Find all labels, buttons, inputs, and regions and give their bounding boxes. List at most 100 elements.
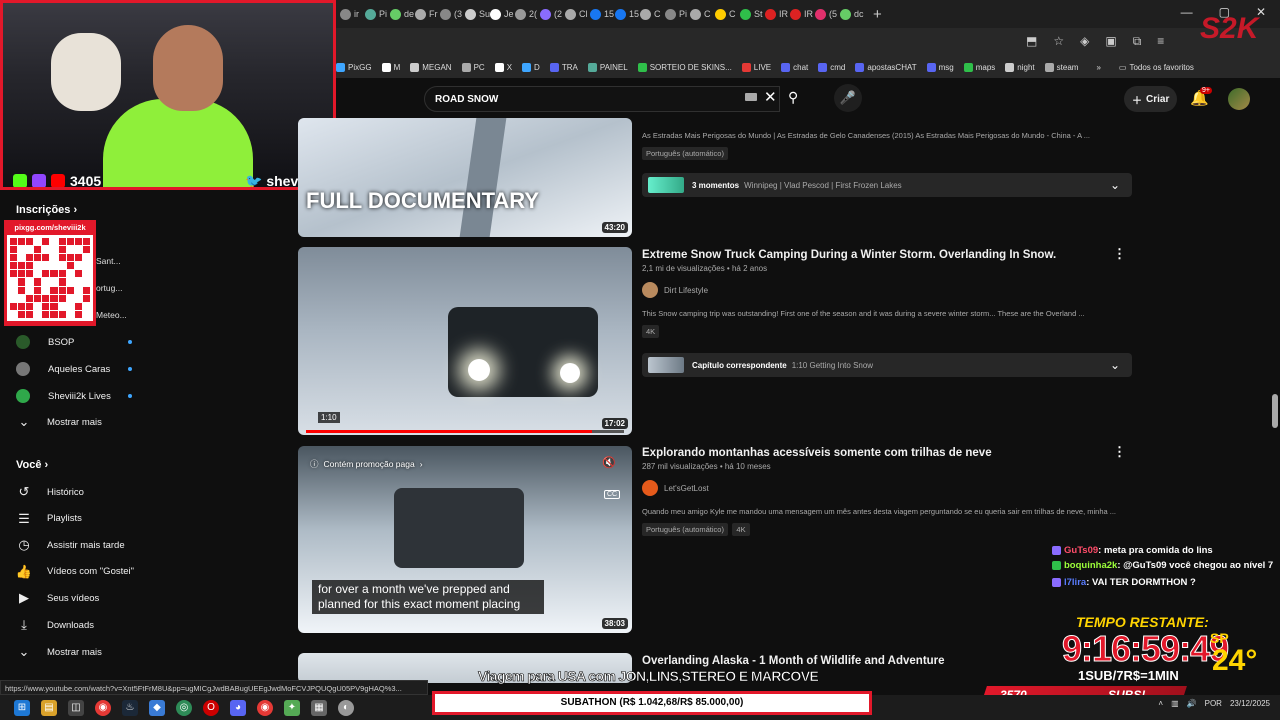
browser-tab[interactable]: ir: [340, 3, 365, 25]
bookmark-item[interactable]: apostasCHAT: [855, 62, 917, 72]
start-icon[interactable]: ⊞: [14, 699, 30, 716]
volume-icon[interactable]: 🔊: [1187, 699, 1197, 708]
bookmarks-overflow-icon[interactable]: »: [1096, 63, 1100, 72]
clear-search-icon[interactable]: ✕: [764, 88, 777, 106]
chrome-icon[interactable]: ◉: [95, 699, 111, 716]
channel-row[interactable]: Dirt Lifestyle: [642, 282, 1132, 298]
store-icon[interactable]: ◫: [68, 699, 84, 716]
browser-tab[interactable]: 2(: [515, 3, 540, 25]
browser-tab[interactable]: C: [640, 3, 665, 25]
minimize-icon[interactable]: —: [1181, 5, 1193, 19]
bookmark-item[interactable]: night: [1005, 62, 1035, 72]
app-icon[interactable]: ◆: [149, 699, 165, 716]
channel-name[interactable]: Dirt Lifestyle: [664, 286, 708, 295]
chevron-down-icon[interactable]: ⌄: [1110, 358, 1120, 372]
bookmark-item[interactable]: PixGG: [336, 62, 372, 72]
discord-icon[interactable]: ◕: [230, 699, 246, 716]
browser-tab[interactable]: IR: [765, 3, 790, 25]
new-tab-button[interactable]: +: [873, 6, 882, 23]
mic-icon[interactable]: 🎤: [834, 84, 862, 112]
sidebar-item[interactable]: ☰ Playlists: [16, 508, 152, 530]
keyboard-icon[interactable]: [745, 93, 757, 101]
show-more-button[interactable]: ⌄ Mostrar mais: [16, 411, 152, 433]
browser-tab[interactable]: (2: [540, 3, 565, 25]
bookmark-item[interactable]: SORTEIO DE SKINS...: [637, 62, 732, 72]
app-icon[interactable]: ◐: [338, 699, 354, 716]
bookmark-item[interactable]: PC: [461, 62, 485, 72]
chevron-up-icon[interactable]: ˄: [1158, 699, 1163, 708]
sidebar-channel-partial[interactable]: Meteo...: [96, 310, 127, 320]
chrome-icon[interactable]: ◉: [257, 699, 273, 716]
browser-tab[interactable]: St: [740, 3, 765, 25]
sidebar-channel[interactable]: Aqueles Caras: [16, 358, 152, 380]
sidebar-item[interactable]: ⤓ Downloads: [16, 614, 152, 636]
bookmark-item[interactable]: chat: [781, 62, 808, 72]
sidebar-item[interactable]: 👍 Vídeos com "Gostei": [16, 561, 152, 583]
browser-tab[interactable]: (3: [440, 3, 465, 25]
language-label[interactable]: POR: [1205, 699, 1222, 708]
browser-tab[interactable]: Su: [465, 3, 490, 25]
video-title[interactable]: Explorando montanhas acessíveis somente …: [642, 447, 1132, 459]
scrollbar-thumb[interactable]: [1272, 394, 1278, 428]
browser-tab[interactable]: IR: [790, 3, 815, 25]
channel-row[interactable]: Let'sGetLost: [642, 480, 1132, 496]
channel-name[interactable]: Let'sGetLost: [664, 484, 709, 493]
create-button[interactable]: ＋ Criar: [1124, 86, 1178, 112]
bookmark-item[interactable]: maps: [963, 62, 995, 72]
browser-tab[interactable]: Pi: [365, 3, 390, 25]
closed-captions-icon[interactable]: CC: [604, 490, 621, 499]
sidebar-item[interactable]: ↺ Histórico: [16, 481, 152, 503]
video-title[interactable]: Extreme Snow Truck Camping During a Wint…: [642, 249, 1132, 261]
bookmark-item[interactable]: cmd: [818, 62, 845, 72]
browser-tab[interactable]: 15: [590, 3, 615, 25]
account-avatar[interactable]: [1228, 88, 1250, 110]
clock-date[interactable]: 23/12/2025: [1230, 699, 1270, 708]
browser-tab[interactable]: Cl: [565, 3, 590, 25]
bookmark-item[interactable]: MEGAN: [410, 62, 452, 72]
sidebar-channel-partial[interactable]: ortug...: [96, 283, 122, 293]
address-bar[interactable]: ⬒ ☆ ◈ ▣ ⧉ ≡: [336, 28, 1280, 56]
browser-tab[interactable]: (5: [815, 3, 840, 25]
show-more-button[interactable]: ⌄ Mostrar mais: [16, 641, 152, 663]
browser-tab[interactable]: Fr: [415, 3, 440, 25]
video-thumbnail[interactable]: FULL DOCUMENTARY 43:20: [298, 118, 632, 237]
calculator-icon[interactable]: ▦: [311, 699, 327, 716]
paid-promotion-label[interactable]: ⓘ Contém promoção paga ›: [310, 458, 423, 470]
bookmark-item[interactable]: TRA: [549, 62, 578, 72]
sidebar-channel[interactable]: Sheviii2k Lives: [16, 385, 152, 407]
opera-icon[interactable]: O: [203, 699, 219, 716]
video-preview-player[interactable]: ⓘ Contém promoção paga › 🔇 CC for over a m…: [298, 446, 632, 633]
file-explorer-icon[interactable]: ▤: [41, 699, 57, 716]
browser-tab[interactable]: Je: [490, 3, 515, 25]
bookmark-item[interactable]: LIVE: [741, 62, 771, 72]
bookmark-star-icon[interactable]: ☆: [1053, 34, 1064, 49]
extensions-puzzle-icon[interactable]: ⧉: [1133, 34, 1142, 49]
more-options-icon[interactable]: ⋮: [1113, 246, 1126, 262]
bookmark-item[interactable]: M: [381, 62, 400, 72]
sidebar-item[interactable]: ▶ Seus vídeos: [16, 587, 152, 609]
browser-tab[interactable]: Pi: [665, 3, 690, 25]
browser-tab[interactable]: dc: [840, 3, 865, 25]
subscriptions-heading[interactable]: Inscrições ›: [16, 204, 77, 216]
bookmark-item[interactable]: steam: [1044, 62, 1078, 72]
network-icon[interactable]: ▥: [1171, 699, 1179, 708]
more-options-icon[interactable]: ⋮: [1113, 444, 1126, 460]
reading-list-icon[interactable]: ≡: [1157, 34, 1164, 49]
video-thumbnail[interactable]: 1:10 17:02: [298, 247, 632, 435]
sidebar-item[interactable]: ◷ Assistir mais tarde: [16, 534, 152, 556]
browser-tab[interactable]: de: [390, 3, 415, 25]
you-heading[interactable]: Você ›: [16, 459, 48, 471]
video-title[interactable]: Overlanding Alaska - 1 Month of Wildlife…: [642, 655, 1132, 667]
chevron-down-icon[interactable]: ⌄: [1110, 178, 1120, 192]
bookmark-item[interactable]: PAINEL: [587, 62, 628, 72]
matching-chapter[interactable]: Capítulo correspondente 1:10 Getting Int…: [642, 353, 1132, 377]
app-icon[interactable]: ✦: [284, 699, 300, 716]
extension-icon[interactable]: ◈: [1080, 34, 1089, 49]
browser-tab[interactable]: C: [715, 3, 740, 25]
sidebar-channel[interactable]: BSOP: [16, 331, 152, 353]
bookmark-item[interactable]: msg: [926, 62, 954, 72]
extension-icon[interactable]: ▣: [1105, 34, 1116, 49]
bookmark-item[interactable]: X: [494, 62, 512, 72]
key-moments[interactable]: 3 momentos Winnipeg | Vlad Pescod | Firs…: [642, 173, 1132, 197]
sidebar-channel-partial[interactable]: Sant...: [96, 256, 121, 266]
